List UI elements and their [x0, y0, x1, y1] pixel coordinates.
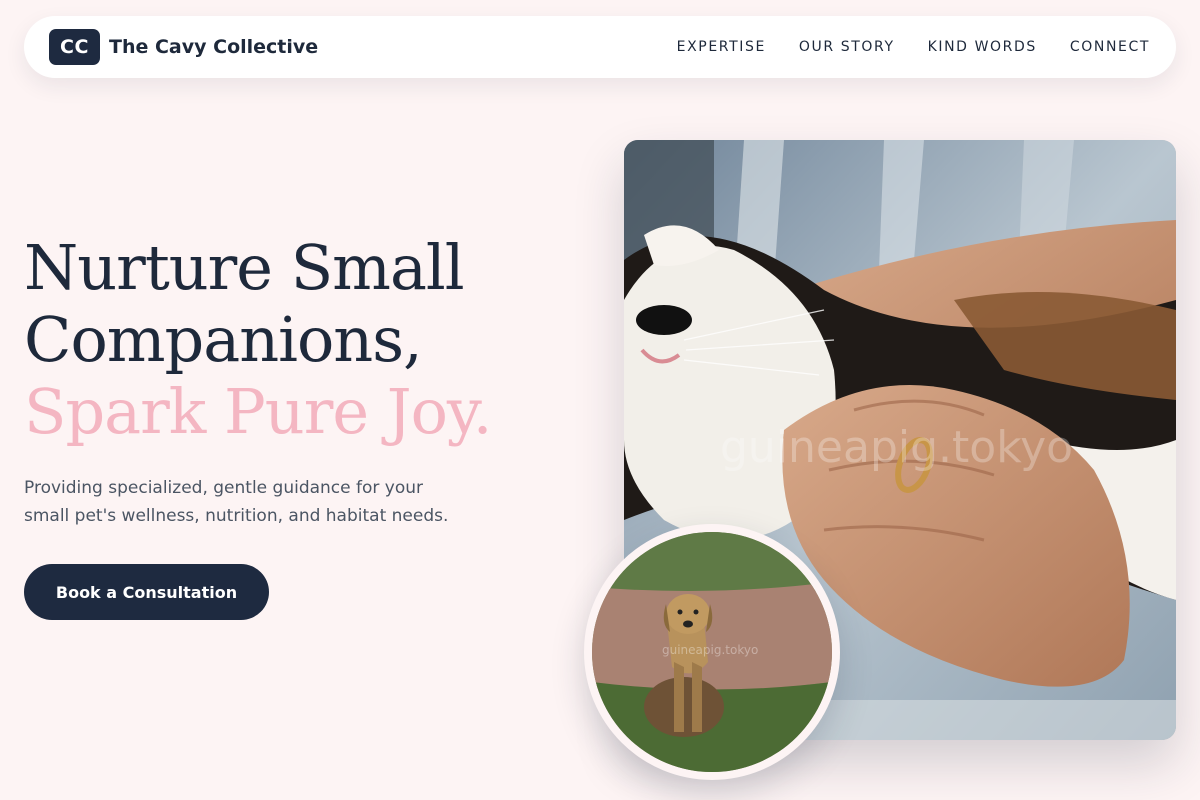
- nav-link-expertise[interactable]: EXPERTISE: [677, 39, 766, 55]
- brand-logo[interactable]: CC: [49, 29, 100, 65]
- hero-headline: Nurture Small Companions, Spark Pure Joy…: [24, 232, 544, 448]
- main-photo-watermark: guineapig.tokyo: [720, 422, 1073, 473]
- nav-link-connect[interactable]: CONNECT: [1070, 39, 1150, 55]
- brand[interactable]: CC The Cavy Collective: [49, 29, 318, 65]
- book-consultation-button[interactable]: Book a Consultation: [24, 564, 269, 620]
- circle-photo-watermark: guineapig.tokyo: [662, 643, 758, 657]
- nav-link-our-story[interactable]: OUR STORY: [799, 39, 895, 55]
- hero-photo-dog-circle: guineapig.tokyo: [584, 524, 840, 780]
- dog-photo-frame: guineapig.tokyo: [592, 532, 832, 772]
- hero-subtext: Providing specialized, gentle guidance f…: [24, 478, 449, 526]
- headline-accent: Spark Pure Joy.: [24, 375, 492, 448]
- top-navigation-bar: CC The Cavy Collective EXPERTISE OUR STO…: [24, 16, 1176, 78]
- brand-name[interactable]: The Cavy Collective: [109, 36, 318, 58]
- hero-section: Nurture Small Companions, Spark Pure Joy…: [24, 232, 544, 620]
- headline-line-2: Companions,: [24, 303, 423, 376]
- dog-photo-illustration: guineapig.tokyo: [592, 532, 832, 772]
- nav-links: EXPERTISE OUR STORY KIND WORDS CONNECT: [677, 39, 1150, 55]
- nav-link-kind-words[interactable]: KIND WORDS: [928, 39, 1037, 55]
- headline-line-1: Nurture Small: [24, 231, 465, 304]
